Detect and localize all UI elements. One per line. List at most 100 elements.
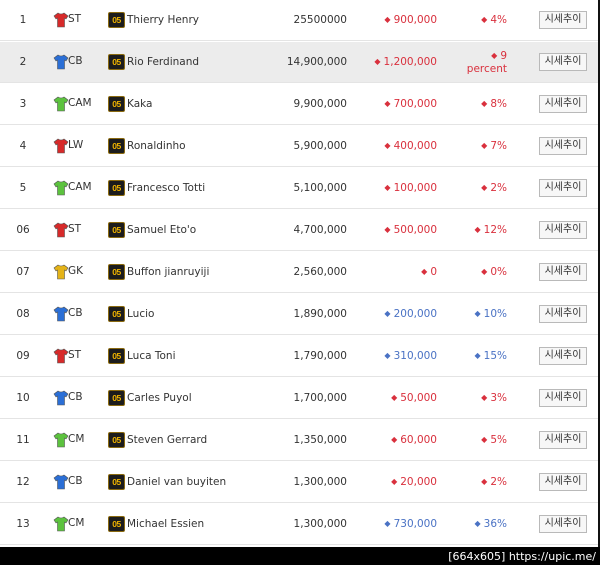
player-name: Thierry Henry (127, 14, 199, 26)
player-name: Francesco Totti (127, 182, 206, 194)
position-label: CM (68, 517, 85, 529)
percent-arrow-icon: ◆ (481, 435, 488, 444)
price-trend-button[interactable]: 시세추이 (539, 53, 587, 71)
change-cell: ◆ 50,000 (355, 392, 437, 404)
rank-cell: 10 (16, 392, 30, 404)
price-cell: 4,700,000 (293, 224, 347, 236)
position-label: CAM (68, 181, 92, 193)
jersey-icon (53, 138, 69, 154)
change-value: 0 (430, 266, 437, 278)
price-trend-button[interactable]: 시세추이 (539, 431, 587, 449)
table-row: 10 CB 05 Carles Puyol 1,700,000 ◆ 50,000 … (0, 378, 598, 419)
percent-arrow-icon: ◆ (481, 99, 488, 108)
percent-value: 5% (490, 434, 507, 446)
player-name: Samuel Eto'o (127, 224, 197, 236)
percent-arrow-icon: ◆ (474, 519, 481, 528)
position-cell: CB (53, 52, 103, 72)
season-badge-icon: 05 (108, 348, 125, 364)
player-name: Steven Gerrard (127, 434, 208, 446)
change-arrow-icon: ◆ (384, 309, 391, 318)
rank-cell: 09 (16, 350, 30, 362)
percent-arrow-icon: ◆ (474, 351, 481, 360)
percent-arrow-icon: ◆ (481, 15, 488, 24)
season-badge-icon: 05 (108, 180, 125, 196)
player-name: Buffon jianruyiji (127, 266, 210, 278)
jersey-icon (53, 516, 69, 532)
position-label: LW (68, 139, 84, 151)
price-cell: 1,790,000 (293, 350, 347, 362)
price-trend-button[interactable]: 시세추이 (539, 11, 587, 29)
change-value: 50,000 (400, 392, 437, 404)
player-name: Daniel van buyiten (127, 476, 227, 488)
percent-value: 10% (483, 308, 507, 320)
change-arrow-icon: ◆ (384, 99, 391, 108)
price-cell: 1,890,000 (293, 308, 347, 320)
price-trend-button[interactable]: 시세추이 (539, 137, 587, 155)
change-arrow-icon: ◆ (384, 351, 391, 360)
percent-value: 12% (483, 224, 507, 236)
price-trend-button[interactable]: 시세추이 (539, 305, 587, 323)
season-badge-icon: 05 (108, 12, 125, 28)
position-cell: ST (53, 220, 103, 240)
change-cell: ◆ 20,000 (355, 476, 437, 488)
position-cell: CB (53, 388, 103, 408)
price-trend-button[interactable]: 시세추이 (539, 263, 587, 281)
table-row: 12 CB 05 Daniel van buyiten 1,300,000 ◆ 2… (0, 462, 598, 503)
change-value: 700,000 (393, 98, 437, 110)
position-label: GK (68, 265, 84, 277)
jersey-icon (53, 54, 69, 70)
percent-cell: ◆ 12% (445, 224, 508, 237)
jersey-icon (53, 222, 69, 238)
percent-value: 4% (490, 14, 507, 26)
percent-value: 2% (490, 476, 507, 488)
price-trend-button[interactable]: 시세추이 (539, 179, 587, 197)
change-value: 60,000 (400, 434, 437, 446)
change-arrow-icon: ◆ (391, 477, 398, 486)
price-trend-button[interactable]: 시세추이 (539, 95, 587, 113)
price-trend-button[interactable]: 시세추이 (539, 347, 587, 365)
position-label: ST (68, 13, 82, 25)
percent-arrow-icon: ◆ (481, 477, 488, 486)
change-value: 1,200,000 (383, 56, 437, 68)
change-cell: ◆ 0 (355, 266, 437, 278)
percent-cell: ◆ 0% (445, 266, 507, 279)
percent-value: 36% (483, 518, 507, 530)
percent-cell: ◆ 15% (445, 350, 508, 363)
change-value: 310,000 (393, 350, 437, 362)
price-trend-button[interactable]: 시세추이 (539, 473, 587, 491)
percent-cell: ◆ 3% (445, 392, 507, 405)
position-cell: CM (53, 430, 103, 450)
change-arrow-icon: ◆ (384, 519, 391, 528)
change-cell: ◆ 1,200,000 (355, 56, 437, 68)
rank-cell: 5 (19, 182, 27, 194)
price-cell: 1,350,000 (293, 434, 347, 446)
rank-cell: 08 (16, 308, 30, 320)
position-label: CB (68, 307, 83, 319)
price-trend-button[interactable]: 시세추이 (539, 221, 587, 239)
position-cell: CB (53, 304, 103, 324)
change-value: 500,000 (393, 224, 437, 236)
change-value: 730,000 (393, 518, 437, 530)
price-cell: 1,300,000 (293, 518, 347, 530)
percent-cell: ◆ 2% (445, 182, 507, 195)
percent-value: 8% (490, 98, 507, 110)
position-label: CB (68, 475, 83, 487)
season-badge-icon: 05 (108, 222, 125, 238)
player-price-table: 1 ST 05 Thierry Henry 25500000 ◆ 900,000 … (0, 0, 600, 547)
jersey-icon (53, 96, 69, 112)
table-row: 1 ST 05 Thierry Henry 25500000 ◆ 900,000 … (0, 0, 598, 41)
season-badge-icon: 05 (108, 264, 125, 280)
rank-cell: 1 (19, 14, 27, 26)
jersey-icon (53, 390, 69, 406)
change-cell: ◆ 730,000 (355, 518, 437, 530)
jersey-icon (53, 432, 69, 448)
price-trend-button[interactable]: 시세추이 (539, 515, 587, 533)
jersey-icon (53, 474, 69, 490)
price-cell: 5,900,000 (293, 140, 347, 152)
percent-arrow-icon: ◆ (481, 183, 488, 192)
price-trend-button[interactable]: 시세추이 (539, 389, 587, 407)
season-badge-icon: 05 (108, 54, 125, 70)
percent-arrow-icon: ◆ (481, 141, 488, 150)
player-name: Kaka (127, 98, 153, 110)
table-row: 08 CB 05 Lucio 1,890,000 ◆ 200,000 ◆ 10% 시… (0, 294, 598, 335)
